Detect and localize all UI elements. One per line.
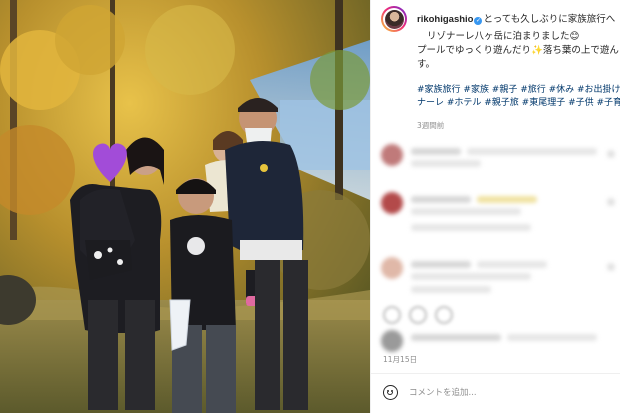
caption-body-line: す。 [417,59,436,70]
caption-body: プールでゆっくり遊んだり✨落ち葉の上で遊ん す。 [417,44,620,72]
post-header: rikohigashio ✓ とっても久しぶりに家族旅行へ リゾナーレ八ヶ岳に泊まり… [381,6,620,42]
add-comment-bar [381,383,620,405]
verified-badge-icon: ✓ [474,17,483,25]
avatar [381,192,403,214]
comment-icon[interactable] [409,306,427,324]
share-icon[interactable] [435,306,453,324]
list-item [381,190,620,220]
smile-icon[interactable] [383,385,398,400]
list-item [381,218,620,248]
caption-text: とっても久しぶりに家族旅行へ [483,14,616,25]
username-link[interactable]: rikohigashio [417,14,473,25]
heart-icon[interactable] [383,306,401,324]
list-item [381,142,620,172]
caption-first-line: rikohigashio ✓ とっても久しぶりに家族旅行へ [417,11,620,25]
caption-second-line: リゾナーレ八ヶ岳に泊まりました😊 [427,31,580,42]
avatar [381,330,403,352]
hashtags[interactable]: #家族旅行 #家族 #親子 #旅行 #休み #お出掛け ナーレ #ホテル #親子… [417,84,620,110]
avatar [381,144,403,166]
comment-input[interactable] [409,384,609,402]
instagram-post-screen: rikohigashio ✓ とっても久しぶりに家族旅行へ リゾナーレ八ヶ岳に泊まり… [0,0,620,413]
caption-body-line: プールでゆっくり遊んだり✨落ち葉の上で遊ん [417,45,619,56]
post-actions [381,302,620,332]
hashtag-line[interactable]: #家族旅行 #家族 #親子 #旅行 #休み #お出掛け [417,84,620,97]
hashtag-line[interactable]: ナーレ #ホテル #親子旅 #東尾理子 #子供 #子育 [417,97,620,110]
divider [371,373,620,374]
avatar [381,257,403,279]
post-time-ago: 3週間前 [417,121,445,130]
post-date: 11月15日 [383,355,418,364]
post-side-panel: rikohigashio ✓ とっても久しぶりに家族旅行へ リゾナーレ八ヶ岳に泊まり… [370,0,620,413]
family-photo [0,0,370,413]
post-photo[interactable] [0,0,370,413]
avatar[interactable] [381,6,407,32]
